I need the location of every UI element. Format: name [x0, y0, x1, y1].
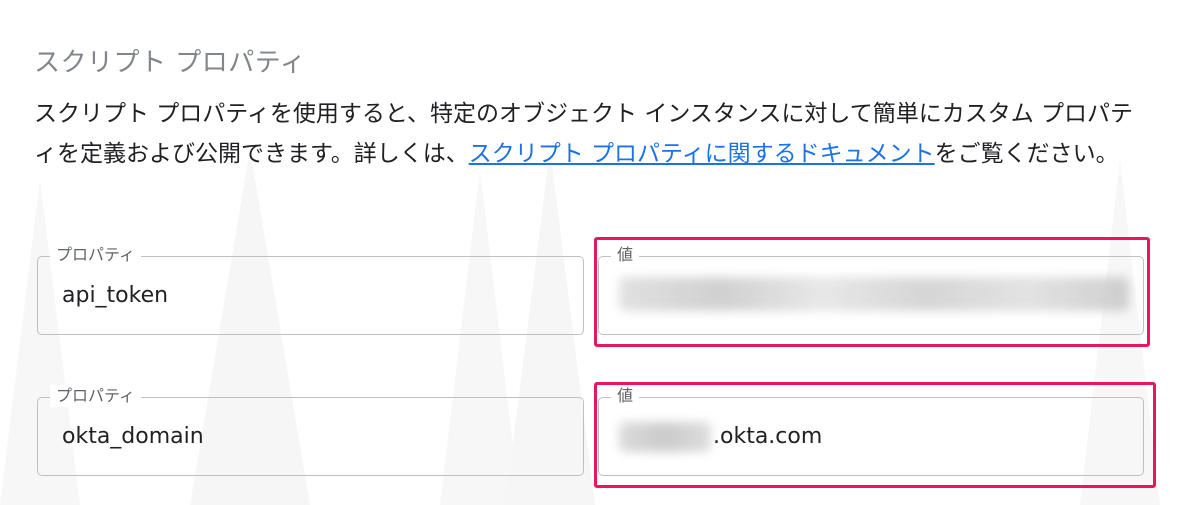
property-value: okta_domain — [62, 424, 204, 449]
script-properties-section: スクリプト プロパティ スクリプト プロパティを使用すると、特定のオブジェクト … — [0, 0, 1200, 505]
property-field-2[interactable]: プロパティ okta_domain — [37, 385, 584, 476]
property-label: プロパティ — [50, 385, 142, 407]
property-value: api_token — [62, 283, 169, 308]
value-label: 値 — [611, 244, 640, 266]
property-field-1[interactable]: プロパティ api_token — [37, 244, 584, 335]
domain-suffix: .okta.com — [713, 424, 823, 449]
value-label: 値 — [611, 385, 640, 407]
section-description: スクリプト プロパティを使用すると、特定のオブジェクト インスタンスに対して簡単… — [34, 94, 1154, 174]
redacted-subdomain — [619, 422, 711, 452]
section-title: スクリプト プロパティ — [34, 48, 307, 78]
documentation-link[interactable]: スクリプト プロパティに関するドキュメント — [469, 141, 935, 167]
redacted-value — [619, 277, 1129, 311]
description-text-end: をご覧ください。 — [934, 141, 1119, 167]
value-field-1[interactable]: 値 — [598, 244, 1144, 335]
property-label: プロパティ — [50, 244, 142, 266]
value-field-2[interactable]: 値 .okta.com — [598, 385, 1144, 476]
